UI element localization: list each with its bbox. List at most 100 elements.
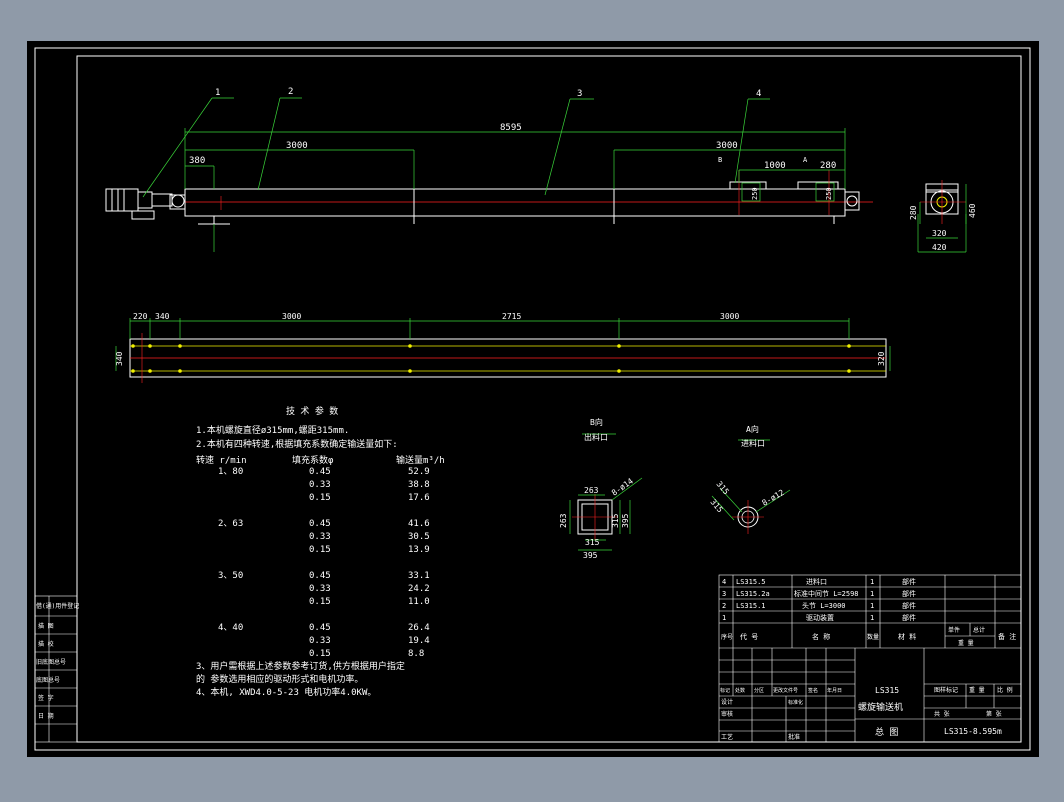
model-code: LS315 — [875, 686, 899, 695]
row-std: 标准化 — [788, 699, 803, 706]
row-review: 审核 — [721, 710, 733, 718]
part-code: LS315.5 — [736, 578, 766, 586]
dim-left-section: 3000 — [286, 141, 308, 151]
part-no: 1 — [722, 614, 726, 622]
part-qty: 1 — [870, 614, 874, 622]
sign-zone: 分区 — [754, 687, 764, 694]
dim-inlet-size: 250 — [825, 187, 833, 200]
tech-capacity: 38.8 — [408, 480, 430, 490]
header-name: 名 称 — [812, 632, 830, 641]
balloon-4: 4 — [756, 89, 761, 99]
row-design: 设计 — [721, 698, 733, 706]
dim-left-offset: 380 — [189, 156, 205, 166]
balloon-3: 3 — [577, 89, 582, 99]
tech-fill: 0.15 — [309, 545, 331, 555]
end-dim-inner-width: 320 — [932, 229, 947, 238]
outlet-name: 出料口 — [584, 432, 608, 442]
tech-capacity: 41.6 — [408, 519, 430, 529]
part-qty: 1 — [870, 602, 874, 610]
part-no: 2 — [722, 602, 726, 610]
sign-file: 更改文件号 — [773, 687, 798, 694]
tech-header-speed: 转速 r/min — [196, 454, 247, 466]
side-label-base-no: 底图总号 — [36, 676, 60, 684]
sign-date: 年月日 — [827, 687, 842, 694]
header-qty: 数量 — [867, 633, 879, 641]
end-dim-outer-width: 420 — [932, 243, 947, 252]
end-dim-total-height: 460 — [968, 203, 977, 218]
cad-viewport: 借(通)用件登记 描 图 描 校 旧底图总号 底图总号 签 字 日 期 1 2 … — [0, 0, 1064, 798]
tech-header-fill: 填充系数φ — [292, 454, 334, 466]
tech-fill: 0.33 — [309, 480, 331, 490]
tech-note-3b: 的 参数选用相应的驱动形式和电机功率。 — [196, 673, 363, 685]
tech-fill: 0.33 — [309, 636, 331, 646]
part-note: 部件 — [902, 589, 916, 598]
header-note: 备 注 — [998, 632, 1016, 641]
tech-fill: 0.45 — [309, 623, 331, 633]
tech-line-2: 2.本机有四种转速,根据填充系数确定输送量如下: — [196, 438, 398, 450]
header-total: 总计 — [973, 626, 985, 634]
part-code: LS315.2a — [736, 590, 770, 598]
balloon-1: 1 — [215, 88, 220, 98]
tech-speed-2: 2、63 — [218, 519, 243, 529]
outlet-dim-top: 263 — [584, 486, 599, 495]
tech-fill: 0.15 — [309, 493, 331, 503]
tech-fill: 0.33 — [309, 532, 331, 542]
part-no: 4 — [722, 578, 726, 586]
outlet-dim-right: 395 — [621, 513, 630, 528]
part-no: 3 — [722, 590, 726, 598]
plan-dim-right-width: 320 — [877, 351, 886, 366]
tech-fill: 0.45 — [309, 519, 331, 529]
tech-capacity: 11.0 — [408, 597, 430, 607]
tech-capacity: 17.6 — [408, 493, 430, 503]
header-weight: 重 量 — [958, 639, 974, 647]
tech-title: 技 术 参 数 — [286, 405, 338, 417]
dim-overall: 8595 — [500, 123, 522, 133]
row-process: 工艺 — [721, 733, 733, 741]
side-label-check: 描 校 — [38, 640, 54, 648]
side-label-reg: 借(通)用件登记 — [36, 602, 79, 610]
drawing-sheet — [27, 41, 1039, 757]
outlet-dim-bottom: 395 — [583, 551, 598, 560]
header-unit: 单件 — [948, 626, 960, 634]
sign-mark: 标记 — [720, 687, 730, 694]
tech-speed-4: 4、40 — [218, 623, 243, 633]
tech-fill: 0.33 — [309, 584, 331, 594]
tech-capacity: 26.4 — [408, 623, 430, 633]
tech-header-capacity: 输送量m³/h — [396, 454, 445, 466]
side-label-old-no: 旧底图总号 — [36, 658, 66, 666]
outlet-dim-left: 263 — [559, 513, 568, 528]
part-note: 部件 — [902, 577, 916, 586]
side-label-sign: 签 字 — [38, 694, 54, 702]
product-name: 螺旋输送机 — [858, 701, 903, 713]
tech-capacity: 19.4 — [408, 636, 430, 646]
end-dim-height: 280 — [909, 205, 918, 220]
part-code: LS315.1 — [736, 602, 766, 610]
plan-dim-s3: 3000 — [720, 312, 739, 321]
tech-capacity: 52.9 — [408, 467, 430, 477]
sign-count: 处数 — [735, 687, 745, 694]
part-note: 部件 — [902, 613, 916, 622]
tech-capacity: 24.2 — [408, 584, 430, 594]
tech-capacity: 33.1 — [408, 571, 430, 581]
sheet-total: 共 张 — [934, 710, 950, 718]
sheet-no: 第 张 — [986, 710, 1002, 718]
dim-right-section: 3000 — [716, 141, 738, 151]
label-b: B — [718, 156, 722, 164]
side-label-date: 日 期 — [38, 712, 54, 720]
header-no: 序号 — [721, 633, 733, 641]
stage-label: 图样标记 — [934, 686, 958, 694]
row-approve: 批准 — [788, 733, 800, 741]
tech-fill: 0.45 — [309, 571, 331, 581]
part-note: 部件 — [902, 601, 916, 610]
outlet-dim-inner: 315 — [585, 538, 600, 547]
scale-label: 比 例 — [997, 686, 1013, 694]
tech-note-4: 4、本机, XWD4.0-5-23 电机功率4.0KW。 — [196, 686, 376, 698]
tech-note-3a: 3、用户需根据上述参数参考订货,供方根据用户指定 — [196, 660, 405, 672]
plan-dim-340: 340 — [155, 312, 170, 321]
header-material: 材 料 — [898, 632, 916, 641]
plan-dim-s2: 2715 — [502, 312, 521, 321]
drawing-name: 总 图 — [875, 726, 898, 738]
dim-outlet-size: 250 — [751, 187, 759, 200]
tech-speed-3: 3、50 — [218, 571, 243, 581]
plan-dim-left-width: 340 — [115, 351, 124, 366]
